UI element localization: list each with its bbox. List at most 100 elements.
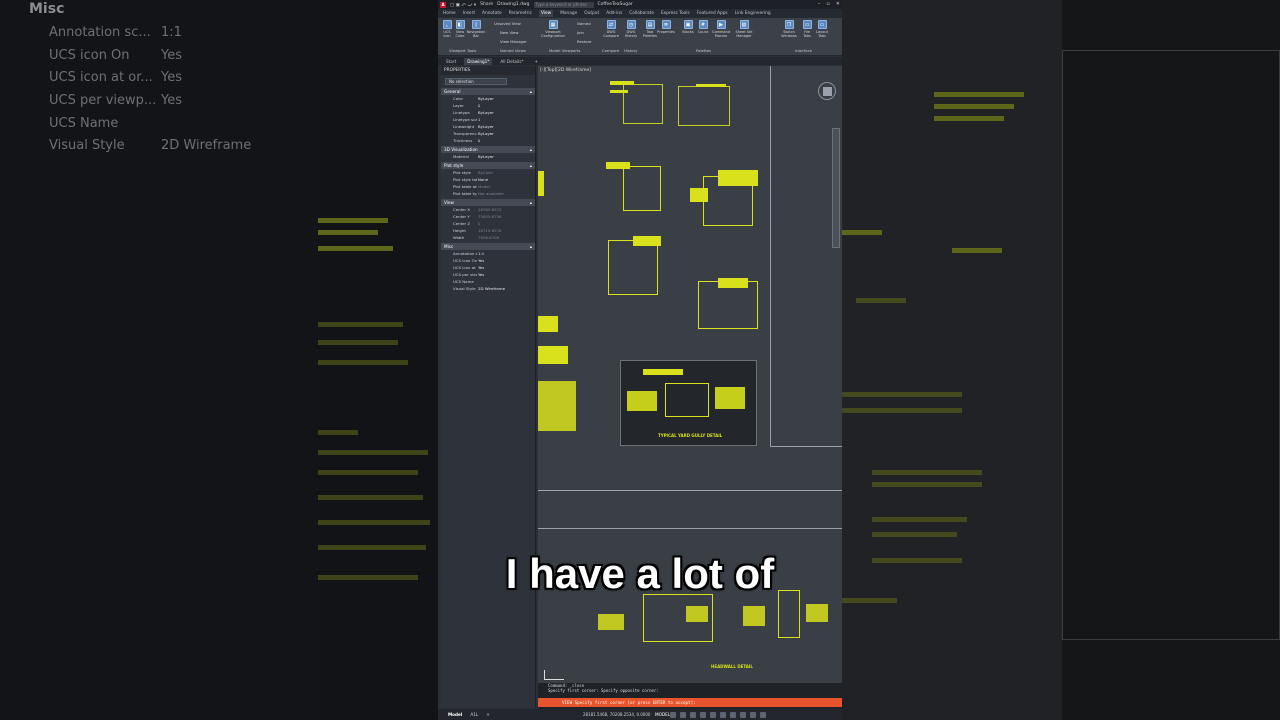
polar-icon[interactable]	[700, 711, 706, 718]
prop-row[interactable]: UCS icon On Yes	[441, 257, 535, 264]
unsaved-view-dropdown[interactable]: Unsaved View	[494, 21, 521, 26]
prop-row[interactable]: UCS Name	[441, 278, 535, 285]
section-misc[interactable]: Misc ▴	[441, 243, 535, 250]
navigation-bar[interactable]	[832, 128, 840, 248]
prop-row[interactable]: Plot style ByColor	[441, 169, 535, 176]
section-general[interactable]: General ▴	[441, 88, 535, 95]
fullscreen-icon[interactable]	[750, 711, 756, 718]
tab-express-tools[interactable]: Express Tools	[661, 11, 690, 16]
new-view-button[interactable]: New View	[500, 30, 519, 35]
detail-drawing[interactable]	[698, 281, 758, 329]
detail-drawing[interactable]	[678, 86, 730, 126]
join-viewports-button[interactable]: Join	[577, 30, 584, 35]
switch-windows-button[interactable]: ❐ Switch Windows	[781, 20, 797, 38]
tab-collaborate[interactable]: Collaborate	[629, 11, 654, 16]
group-viewport-tools[interactable]: Viewport Tools	[449, 48, 476, 53]
doc-tab-drawing1[interactable]: Drawing1*	[464, 57, 493, 65]
yard-gully-detail-frame[interactable]: TYPICAL YARD GULLY DETAIL	[620, 360, 757, 446]
model-space-toggle[interactable]: MODEL	[655, 712, 670, 717]
prop-row[interactable]: Transparency ByLayer	[441, 130, 535, 137]
viewcube[interactable]	[818, 82, 836, 100]
close-icon[interactable]: ✕	[836, 1, 840, 7]
prop-row[interactable]: Center Y 75055.8756	[441, 213, 535, 220]
detail-drawing[interactable]	[623, 166, 661, 211]
prop-row[interactable]: Center X 28765.8972	[441, 206, 535, 213]
doc-tab-all-details[interactable]: All Details*	[497, 58, 526, 65]
prop-row[interactable]: Center Z 0	[441, 220, 535, 227]
grid-icon[interactable]	[670, 711, 676, 718]
dwg-history-button[interactable]: ◷ DWG History	[624, 20, 638, 38]
quick-access-toolbar[interactable]: ▢ ▣ ⤺ ⤻ ▾	[450, 2, 476, 8]
ortho-icon[interactable]	[690, 711, 696, 718]
viewcube-button[interactable]: ◧ View Cube	[453, 20, 467, 38]
tab-view[interactable]: View	[538, 10, 554, 17]
file-tabs-button[interactable]: ▭ File Tabs	[800, 20, 814, 38]
section-plot-style[interactable]: Plot style ▴	[441, 162, 535, 169]
prop-row[interactable]: Plot table typeNot available	[441, 190, 535, 197]
snap-icon[interactable]	[680, 711, 686, 718]
command-input[interactable]: VIEW Specify first corner [or press ENTE…	[538, 698, 842, 707]
prop-row[interactable]: UCS per viewp...Yes	[441, 271, 535, 278]
tab-output[interactable]: Output	[584, 11, 599, 16]
ucs-icon-button[interactable]: ⌞ UCS Icon	[440, 20, 454, 38]
navigation-bar-button[interactable]: ▯ Navigation Bar	[467, 20, 485, 38]
minimize-icon[interactable]: –	[818, 1, 821, 7]
detail-drawing[interactable]	[608, 240, 658, 295]
tab-annotate[interactable]: Annotate	[482, 11, 502, 16]
osnap-icon[interactable]	[710, 711, 716, 718]
prop-row[interactable]: Linetype ByLayer	[441, 109, 535, 116]
tab-manage[interactable]: Manage	[560, 11, 577, 16]
properties-button[interactable]: ≣ Properties	[657, 20, 675, 34]
named-viewports-button[interactable]: Named	[577, 21, 591, 26]
group-palettes[interactable]: Palettes	[696, 48, 711, 53]
add-layout-button[interactable]: +	[482, 712, 494, 717]
new-tab-button[interactable]: +	[532, 58, 542, 65]
tab-model[interactable]: Model	[444, 712, 466, 717]
prop-row[interactable]: Annotation sc...1:1	[441, 250, 535, 257]
tab-link-engineering[interactable]: Link Engineering	[735, 11, 771, 16]
annotation-scale-icon[interactable]	[720, 711, 726, 718]
customize-icon[interactable]	[760, 711, 766, 718]
blocks-button[interactable]: ▣ Blocks	[681, 20, 695, 34]
user-account[interactable]: CoffeeTeaSugar	[598, 2, 633, 7]
autocad-logo-icon[interactable]: A	[440, 1, 446, 8]
prop-row[interactable]: UCS icon at or...Yes	[441, 264, 535, 271]
restore-viewports-button[interactable]: Restore	[577, 39, 591, 44]
prop-row[interactable]: Width 7856.8708	[441, 234, 535, 241]
prop-row[interactable]: Thickness 0	[441, 137, 535, 144]
view-manager-button[interactable]: View Manager	[500, 39, 527, 44]
share-button[interactable]: Share	[480, 2, 493, 7]
section-view[interactable]: View ▴	[441, 199, 535, 206]
tab-home[interactable]: Home	[443, 11, 456, 16]
prop-row[interactable]: Layer 0	[441, 102, 535, 109]
dwg-compare-button[interactable]: ⇄ DWG Compare	[603, 20, 619, 38]
maximize-icon[interactable]: ▫	[826, 1, 829, 7]
command-macros-button[interactable]: ▶ Command Macros	[712, 20, 730, 38]
prop-row[interactable]: Plot table atta...Model	[441, 183, 535, 190]
prop-row[interactable]: Lineweight ByLayer	[441, 123, 535, 130]
prop-row[interactable]: Height 16719.8578	[441, 227, 535, 234]
prop-row[interactable]: Linetype scale1	[441, 116, 535, 123]
prop-row[interactable]: Visual Style 2D Wireframe	[441, 285, 535, 292]
detail-drawing[interactable]	[623, 84, 663, 124]
tab-add-ins[interactable]: Add-ins	[606, 11, 622, 16]
viewport-controls-label[interactable]: [-][Top][2D Wireframe]	[540, 68, 591, 73]
plus-icon[interactable]	[740, 711, 746, 718]
prop-row[interactable]: Color ByLayer	[441, 95, 535, 102]
tool-palettes-button[interactable]: ▤ Tool Palettes	[643, 20, 657, 38]
viewport-configuration-button[interactable]: ▦ Viewport Configuration	[541, 20, 565, 38]
sheet-set-manager-button[interactable]: ▧ Sheet Set Manager	[736, 20, 753, 38]
gear-icon[interactable]	[730, 711, 736, 718]
tab-parametric[interactable]: Parametric	[509, 11, 532, 16]
layout-tabs-button[interactable]: ▭ Layout Tabs	[815, 20, 829, 38]
selection-dropdown[interactable]: No selection	[445, 78, 507, 85]
prop-row[interactable]: Plot style tableNone	[441, 176, 535, 183]
search-input[interactable]: Type a keyword or phrase	[533, 1, 594, 8]
tab-a1l[interactable]: A1L	[466, 712, 482, 717]
doc-tab-start[interactable]: Start	[443, 58, 459, 65]
count-button[interactable]: # Count	[696, 20, 710, 34]
tab-featured-apps[interactable]: Featured Apps	[697, 11, 728, 16]
section-3d-visualization[interactable]: 3D Visualization ▴	[441, 146, 535, 153]
prop-row[interactable]: Material ByLayer	[441, 153, 535, 160]
tab-insert[interactable]: Insert	[463, 11, 475, 16]
